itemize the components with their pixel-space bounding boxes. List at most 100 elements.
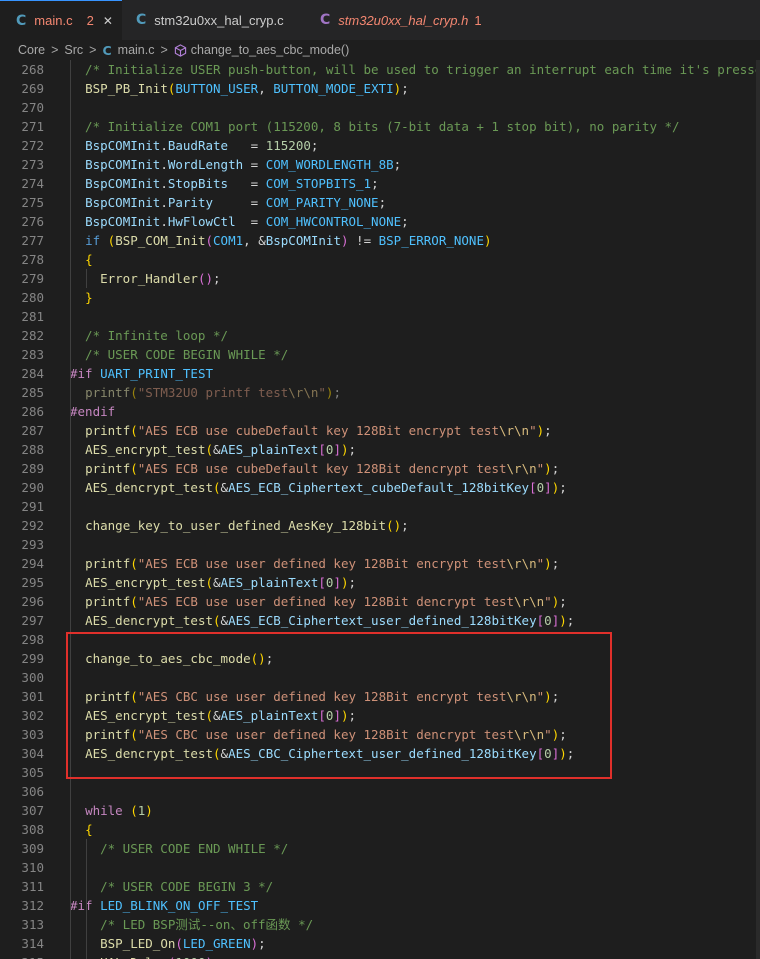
code-text: change_key_to_user_defined_AesKey_128bit… <box>70 516 409 535</box>
line-number: 268 <box>21 62 44 77</box>
code-token: ) <box>483 233 492 248</box>
line-number: 312 <box>21 898 44 913</box>
code-line[interactable]: 313 /* LED BSP测试--on、off函数 */ <box>0 915 760 934</box>
code-text: BSP_LED_On(LED_GREEN); <box>70 934 266 953</box>
code-line[interactable]: 312 #if LED_BLINK_ON_OFF_TEST <box>0 896 760 915</box>
chevron-right-icon: > <box>89 43 97 57</box>
code-line[interactable]: 295 AES_encrypt_test(&AES_plainText[0]); <box>0 573 760 592</box>
code-token: ; <box>401 214 409 229</box>
code-line[interactable]: 290 AES_dencrypt_test(&AES_ECB_Ciphertex… <box>0 478 760 497</box>
code-line[interactable]: 283 /* USER CODE BEGIN WHILE */ <box>0 345 760 364</box>
line-number: 314 <box>21 936 44 951</box>
line-number: 289 <box>21 461 44 476</box>
code-token: Error_Handler <box>100 271 198 286</box>
breadcrumb-file[interactable]: main.c <box>118 43 155 57</box>
code-editor[interactable]: 268 /* Initialize USER push-button, will… <box>0 60 760 959</box>
code-token: ; <box>559 480 567 495</box>
code-line[interactable]: 289 printf("AES ECB use cubeDefault key … <box>0 459 760 478</box>
code-line[interactable]: 281 <box>0 307 760 326</box>
code-line[interactable]: 292 change_key_to_user_defined_AesKey_12… <box>0 516 760 535</box>
line-number: 300 <box>21 670 44 685</box>
code-line[interactable]: 272 BspCOMInit.BaudRate = 115200; <box>0 136 760 155</box>
code-line[interactable]: 285 printf("STM32U0 printf test\r\n"); <box>0 383 760 402</box>
indent-guide <box>86 839 87 959</box>
line-number: 295 <box>21 575 44 590</box>
code-token: "STM32U0 printf test <box>137 385 289 400</box>
indent-guide <box>86 269 87 288</box>
code-token: ; <box>371 176 379 191</box>
breadcrumb-core[interactable]: Core <box>18 43 45 57</box>
code-text: printf("AES ECB use user defined key 128… <box>70 554 559 573</box>
code-line[interactable]: 311 /* USER CODE BEGIN 3 */ <box>0 877 760 896</box>
code-line[interactable]: 307 while (1) <box>0 801 760 820</box>
code-token: { <box>85 822 93 837</box>
code-line[interactable]: 309 /* USER CODE END WHILE */ <box>0 839 760 858</box>
code-line[interactable]: 276 BspCOMInit.HwFlowCtl = COM_HWCONTROL… <box>0 212 760 231</box>
code-line[interactable]: 284 #if UART_PRINT_TEST <box>0 364 760 383</box>
line-number: 291 <box>21 499 44 514</box>
code-token: ) <box>145 803 153 818</box>
code-line[interactable]: 270 <box>0 98 760 117</box>
code-token: . <box>160 195 168 210</box>
code-token: #endif <box>70 404 116 419</box>
line-number: 280 <box>21 290 44 305</box>
code-token: AES_dencrypt_test <box>85 613 213 628</box>
code-line[interactable]: 293 <box>0 535 760 554</box>
code-line[interactable]: 280 } <box>0 288 760 307</box>
breadcrumb-symbol[interactable]: change_to_aes_cbc_mode() <box>191 43 349 57</box>
code-line[interactable]: 271 /* Initialize COM1 port (115200, 8 b… <box>0 117 760 136</box>
code-line[interactable]: 306 <box>0 782 760 801</box>
code-line[interactable]: 314 BSP_LED_On(LED_GREEN); <box>0 934 760 953</box>
code-line[interactable]: 294 printf("AES ECB use user defined key… <box>0 554 760 573</box>
code-token: WordLength <box>167 157 244 172</box>
code-line[interactable]: 279 Error_Handler(); <box>0 269 760 288</box>
code-token: "AES ECB use cubeDefault key 128Bit encr… <box>137 423 499 438</box>
code-line[interactable]: 282 /* Infinite loop */ <box>0 326 760 345</box>
code-token: BSP_ERROR_NONE <box>378 233 484 248</box>
code-token: BspCOMInit <box>85 176 161 191</box>
code-token: ] <box>544 480 552 495</box>
code-line[interactable]: 288 AES_encrypt_test(&AES_plainText[0]); <box>0 440 760 459</box>
code-line[interactable]: 308 { <box>0 820 760 839</box>
breadcrumb-src[interactable]: Src <box>64 43 83 57</box>
code-token: printf <box>85 556 131 571</box>
code-token: } <box>85 290 93 305</box>
code-text: if (BSP_COM_Init(COM1, &BspCOMInit) != B… <box>70 231 492 250</box>
tab-stm32u0xx-hal-cryp-h[interactable]: C stm32u0xx_hal_cryp.h 1 <box>302 0 498 40</box>
code-line[interactable]: 269 BSP_PB_Init(BUTTON_USER, BUTTON_MODE… <box>0 79 760 98</box>
code-line[interactable]: 274 BspCOMInit.StopBits = COM_STOPBITS_1… <box>0 174 760 193</box>
code-line[interactable]: 278 { <box>0 250 760 269</box>
code-text: /* USER CODE END WHILE */ <box>70 839 288 858</box>
code-token: COM_WORDLENGTH_8B <box>265 157 394 172</box>
code-line[interactable]: 286 #endif <box>0 402 760 421</box>
code-token: [ <box>318 442 326 457</box>
code-line[interactable]: 275 BspCOMInit.Parity = COM_PARITY_NONE; <box>0 193 760 212</box>
code-line[interactable]: 287 printf("AES ECB use cubeDefault key … <box>0 421 760 440</box>
code-token: ( <box>213 613 221 628</box>
vertical-scrollbar[interactable] <box>756 60 760 959</box>
code-token: " <box>529 423 537 438</box>
code-line[interactable]: 273 BspCOMInit.WordLength = COM_WORDLENG… <box>0 155 760 174</box>
code-line[interactable]: 291 <box>0 497 760 516</box>
code-token: BSP_PB_Init <box>85 81 168 96</box>
code-line[interactable]: 277 if (BSP_COM_Init(COM1, &BspCOMInit) … <box>0 231 760 250</box>
code-token: AES_encrypt_test <box>85 442 206 457</box>
tab-main-c[interactable]: C main.c 2 ✕ <box>0 0 122 40</box>
close-icon[interactable]: ✕ <box>103 14 113 28</box>
code-line[interactable]: 315 HAL_Delay(1000); <box>0 953 760 959</box>
line-number: 302 <box>21 708 44 723</box>
code-text: /* USER CODE BEGIN WHILE */ <box>70 345 288 364</box>
code-token: ) <box>340 442 349 457</box>
code-line[interactable]: 296 printf("AES ECB use user defined key… <box>0 592 760 611</box>
line-number: 282 <box>21 328 44 343</box>
code-line[interactable]: 297 AES_dencrypt_test(&AES_ECB_Ciphertex… <box>0 611 760 630</box>
code-line[interactable]: 310 <box>0 858 760 877</box>
tab-stm32u0xx-hal-cryp-c[interactable]: C stm32u0xx_hal_cryp.c <box>122 0 302 40</box>
code-token: StopBits <box>167 176 229 191</box>
chevron-right-icon: > <box>51 43 59 57</box>
code-token: /* LED BSP测试--on、off函数 */ <box>70 917 314 932</box>
code-line[interactable]: 268 /* Initialize USER push-button, will… <box>0 60 760 79</box>
code-token: . <box>160 176 168 191</box>
